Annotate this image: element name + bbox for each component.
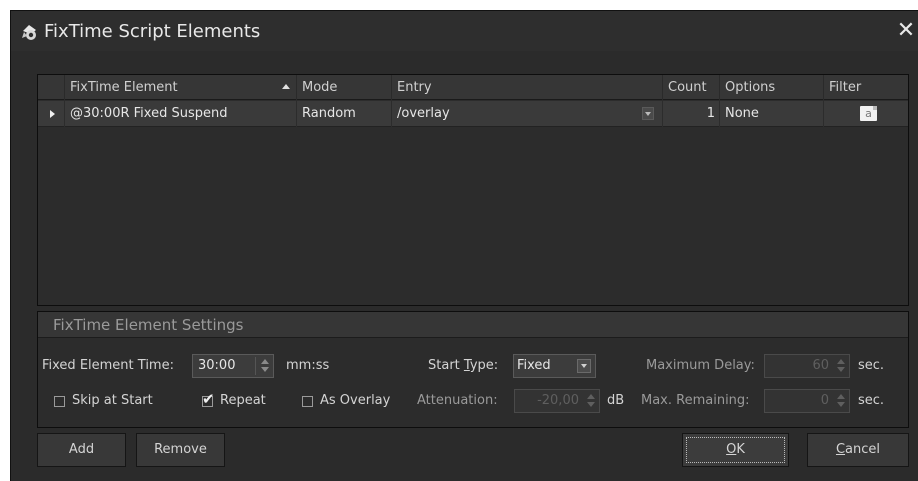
chevron-down-icon[interactable] bbox=[577, 359, 591, 373]
add-button[interactable]: Add bbox=[37, 433, 126, 467]
max-remaining-value: 0 bbox=[820, 393, 829, 408]
column-header-fixtime-element[interactable]: FixTime Element bbox=[65, 75, 297, 100]
column-header-entry[interactable]: Entry bbox=[392, 75, 663, 100]
column-header-filter[interactable]: Filter bbox=[824, 75, 908, 100]
fixed-element-time-label: Fixed Element Time: bbox=[42, 358, 174, 373]
start-type-select[interactable]: Fixed bbox=[513, 354, 596, 378]
cell-mode[interactable]: Random bbox=[297, 101, 392, 127]
cancel-button[interactable]: Cancel bbox=[807, 433, 909, 467]
spinner-arrows-icon[interactable] bbox=[585, 393, 597, 409]
window-title: FixTime Script Elements bbox=[44, 21, 261, 42]
fixed-element-time-unit: mm:ss bbox=[286, 358, 330, 373]
column-header-label: FixTime Element bbox=[70, 80, 178, 95]
dialog-window: FixTime Script Elements ✕ FixTime Elemen… bbox=[10, 10, 918, 481]
column-header-count[interactable]: Count bbox=[663, 75, 720, 100]
current-row-icon bbox=[50, 110, 55, 118]
attenuation-unit: dB bbox=[607, 393, 625, 408]
close-icon[interactable]: ✕ bbox=[895, 19, 917, 43]
as-overlay-checkbox[interactable] bbox=[302, 396, 313, 407]
as-overlay-label[interactable]: As Overlay bbox=[320, 393, 390, 408]
spinner-arrows-icon[interactable] bbox=[835, 393, 847, 409]
spinner-arrows-icon[interactable] bbox=[259, 358, 271, 374]
repeat-label[interactable]: Repeat bbox=[220, 393, 266, 408]
fixed-element-time-value: 30:00 bbox=[198, 358, 236, 373]
cell-entry[interactable]: /overlay bbox=[392, 101, 663, 127]
table-header: FixTime Element Mode Entry Count Options… bbox=[38, 75, 908, 100]
filter-icon[interactable]: a bbox=[860, 106, 877, 121]
attenuation-value: -20,00 bbox=[537, 393, 579, 408]
element-settings-panel: FixTime Element Settings Fixed Element T… bbox=[37, 311, 909, 428]
title-bar[interactable]: FixTime Script Elements ✕ bbox=[11, 11, 918, 51]
table-row[interactable]: @30:00R Fixed Suspend Random /overlay 1 … bbox=[38, 101, 908, 127]
settings-title: FixTime Element Settings bbox=[53, 316, 244, 334]
entry-dropdown-icon[interactable] bbox=[642, 107, 654, 120]
max-remaining-spinner[interactable]: 0 bbox=[764, 389, 850, 413]
skip-at-start-checkbox[interactable] bbox=[54, 396, 65, 407]
repeat-checkbox[interactable]: ✔ bbox=[202, 392, 215, 407]
ok-button[interactable]: OK bbox=[682, 433, 789, 467]
maximum-delay-spinner[interactable]: 60 bbox=[764, 354, 850, 378]
maximum-delay-value: 60 bbox=[812, 358, 829, 373]
header-row-selector bbox=[38, 75, 65, 100]
sort-ascending-icon bbox=[282, 84, 290, 89]
column-header-options[interactable]: Options bbox=[720, 75, 824, 100]
start-type-value: Fixed bbox=[517, 358, 551, 373]
remove-button[interactable]: Remove bbox=[136, 433, 225, 467]
elements-table: FixTime Element Mode Entry Count Options… bbox=[37, 74, 909, 306]
focus-rect bbox=[686, 437, 785, 463]
fixed-element-time-spinner[interactable]: 30:00 bbox=[192, 354, 274, 378]
cell-fixtime-element[interactable]: @30:00R Fixed Suspend bbox=[65, 101, 297, 127]
start-type-label: Start Type: bbox=[428, 358, 499, 373]
cell-filter[interactable]: a bbox=[824, 101, 908, 127]
app-logo-icon bbox=[22, 25, 36, 40]
spinner-arrows-icon[interactable] bbox=[835, 358, 847, 374]
settings-header: FixTime Element Settings bbox=[38, 312, 908, 338]
cell-options[interactable]: None bbox=[720, 101, 824, 127]
max-remaining-unit: sec. bbox=[858, 393, 885, 408]
maximum-delay-label: Maximum Delay: bbox=[646, 358, 755, 373]
cell-entry-value: /overlay bbox=[397, 106, 450, 121]
row-selector[interactable] bbox=[38, 101, 65, 127]
attenuation-spinner[interactable]: -20,00 bbox=[514, 389, 600, 413]
max-remaining-label: Max. Remaining: bbox=[641, 393, 750, 408]
checkmark-icon: ✔ bbox=[202, 390, 215, 408]
spinner-divider bbox=[255, 357, 256, 375]
maximum-delay-unit: sec. bbox=[858, 358, 885, 373]
skip-at-start-label[interactable]: Skip at Start bbox=[72, 393, 153, 408]
attenuation-label: Attenuation: bbox=[417, 393, 498, 408]
cell-count[interactable]: 1 bbox=[663, 101, 720, 127]
column-header-mode[interactable]: Mode bbox=[297, 75, 392, 100]
